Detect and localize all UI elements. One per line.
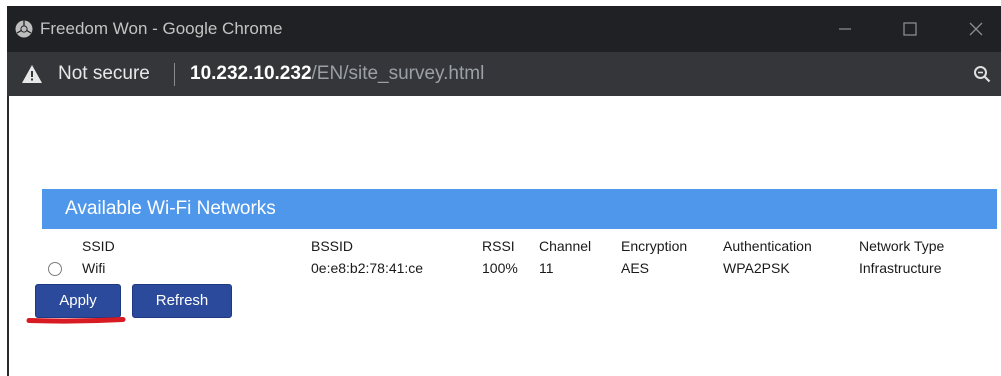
minimize-icon <box>839 28 851 30</box>
warning-icon[interactable] <box>21 64 43 84</box>
table-cell-bssid: 0e:e8:b2:78:41:ce <box>311 260 424 276</box>
title-bar[interactable]: Freedom Won - Google Chrome <box>7 6 1001 52</box>
chrome-icon <box>15 20 33 38</box>
refresh-button[interactable]: Refresh <box>132 284 232 318</box>
table-cell-ssid: Wifi <box>82 260 106 276</box>
security-status-label[interactable]: Not secure <box>58 63 150 85</box>
browser-window: Freedom Won - Google Chrome Not secure 1 <box>7 6 1001 376</box>
table-cell-channel: 11 <box>539 260 554 276</box>
url-path: /EN/site_survey.html <box>311 63 485 84</box>
close-button[interactable] <box>953 6 999 52</box>
table-cell-encryption: AES <box>621 260 650 276</box>
table-cell-network-type: Infrastructure <box>859 260 942 276</box>
column-header-authentication: Authentication <box>723 238 812 254</box>
window-title: Freedom Won - Google Chrome <box>40 19 283 38</box>
close-icon <box>969 22 983 36</box>
address-bar[interactable]: Not secure 10.232.10.232/EN/site_survey.… <box>7 52 1001 96</box>
zoom-icon[interactable] <box>973 65 991 83</box>
column-header-encryption: Encryption <box>621 238 688 254</box>
table-cell-authentication: WPA2PSK <box>723 260 790 276</box>
column-header-ssid: SSID <box>82 238 115 254</box>
table-cell-rssi: 100% <box>482 260 518 276</box>
section-header: Available Wi-Fi Networks <box>42 189 997 229</box>
page-content: Available Wi-Fi Networks SSID BSSID RSSI… <box>7 96 1001 376</box>
url-text[interactable]: 10.232.10.232/EN/site_survey.html <box>190 63 484 85</box>
column-header-channel: Channel <box>539 238 592 254</box>
maximize-button[interactable] <box>887 6 933 52</box>
network-select-radio[interactable] <box>48 262 62 276</box>
column-header-network-type: Network Type <box>859 238 945 254</box>
address-separator <box>174 63 175 86</box>
annotation-underline <box>26 317 126 324</box>
column-header-rssi: RSSI <box>482 238 515 254</box>
minimize-button[interactable] <box>822 6 868 52</box>
column-header-bssid: BSSID <box>311 238 354 254</box>
section-title: Available Wi-Fi Networks <box>65 198 276 219</box>
url-host: 10.232.10.232 <box>190 63 312 84</box>
apply-button[interactable]: Apply <box>35 284 121 318</box>
maximize-icon <box>903 22 917 36</box>
